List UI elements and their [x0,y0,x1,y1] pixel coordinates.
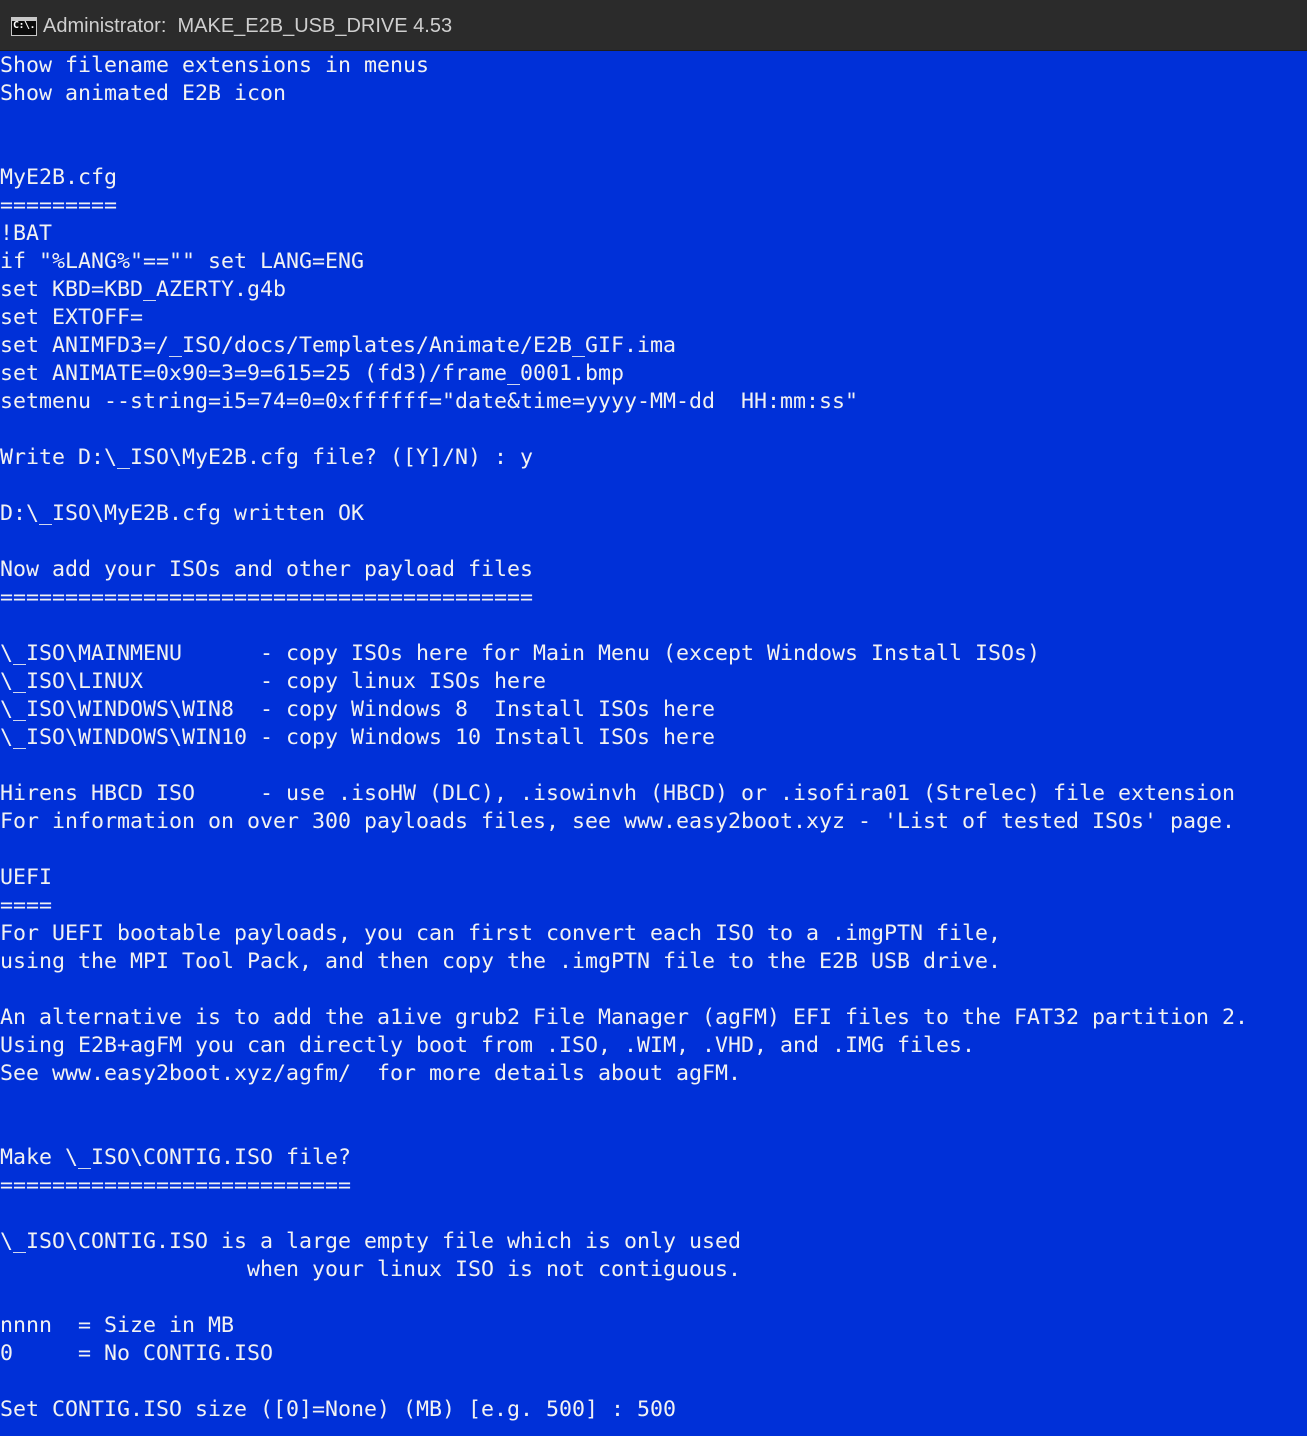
console-line: when your linux ISO is not contiguous. [0,1257,742,1282]
console-line: Make \_ISO\CONTIG.ISO file? [0,1145,352,1170]
console-line: D:\_ISO\MyE2B.cfg written OK [0,501,365,526]
console-line: \_ISO\WINDOWS\WIN10 - copy Windows 10 In… [0,725,716,750]
console-line: if "%LANG%"=="" set LANG=ENG [0,249,365,274]
console-line: using the MPI Tool Pack, and then copy t… [0,949,1002,974]
console-line: ========================================… [0,585,534,610]
console-line: \_ISO\CONTIG.ISO is a large empty file w… [0,1229,742,1254]
console-line: Show animated E2B icon [0,81,287,106]
console-line: set EXTOFF= [0,305,144,330]
console-line: setmenu --string=i5=74=0=0xffffff="date&… [0,389,859,414]
console-line: nnnn = Size in MB [0,1313,235,1338]
console-line: For information on over 300 payloads fil… [0,809,1236,834]
console-line: set ANIMATE=0x90=3=9=615=25 (fd3)/frame_… [0,361,625,386]
console-line: MyE2B.cfg [0,165,118,190]
console-output[interactable]: Show filename extensions in menus Show an… [0,51,1307,1436]
console-line: set KBD=KBD_AZERTY.g4b [0,277,287,302]
console-line: Using E2B+agFM you can directly boot fro… [0,1033,976,1058]
console-line: 0 = No CONTIG.ISO [0,1341,274,1366]
title-bar[interactable]: C:\. Administrator: MAKE_E2B_USB_DRIVE 4… [0,0,1307,51]
console-line: \_ISO\WINDOWS\WIN8 - copy Windows 8 Inst… [0,697,716,722]
console-line: \_ISO\MAINMENU - copy ISOs here for Main… [0,641,1041,666]
console-line: \_ISO\LINUX - copy linux ISOs here [0,669,547,694]
cmd-icon[interactable]: C:\. [11,17,37,36]
console-line: Set CONTIG.ISO size ([0]=None) (MB) [e.g… [0,1397,677,1422]
console-line: An alternative is to add the a1ive grub2… [0,1005,1249,1030]
console-line: See www.easy2boot.xyz/agfm/ for more det… [0,1061,742,1086]
console-line: For UEFI bootable payloads, you can firs… [0,921,1002,946]
console-line: UEFI [0,865,53,890]
console-line: ========= [0,193,118,218]
console-line: !BAT [0,221,53,246]
console-line: =========================== [0,1173,352,1198]
window-title: Administrator: MAKE_E2B_USB_DRIVE 4.53 [43,15,453,37]
console-line: Show filename extensions in menus [0,53,430,78]
console-line: ==== [0,893,53,918]
console-line: set ANIMFD3=/_ISO/docs/Templates/Animate… [0,333,677,358]
console-line: Write D:\_ISO\MyE2B.cfg file? ([Y]/N) : … [0,445,534,470]
console-line: Now add your ISOs and other payload file… [0,557,534,582]
console-window: C:\. Administrator: MAKE_E2B_USB_DRIVE 4… [0,0,1307,1436]
console-line: Hirens HBCD ISO - use .isoHW (DLC), .iso… [0,781,1236,806]
